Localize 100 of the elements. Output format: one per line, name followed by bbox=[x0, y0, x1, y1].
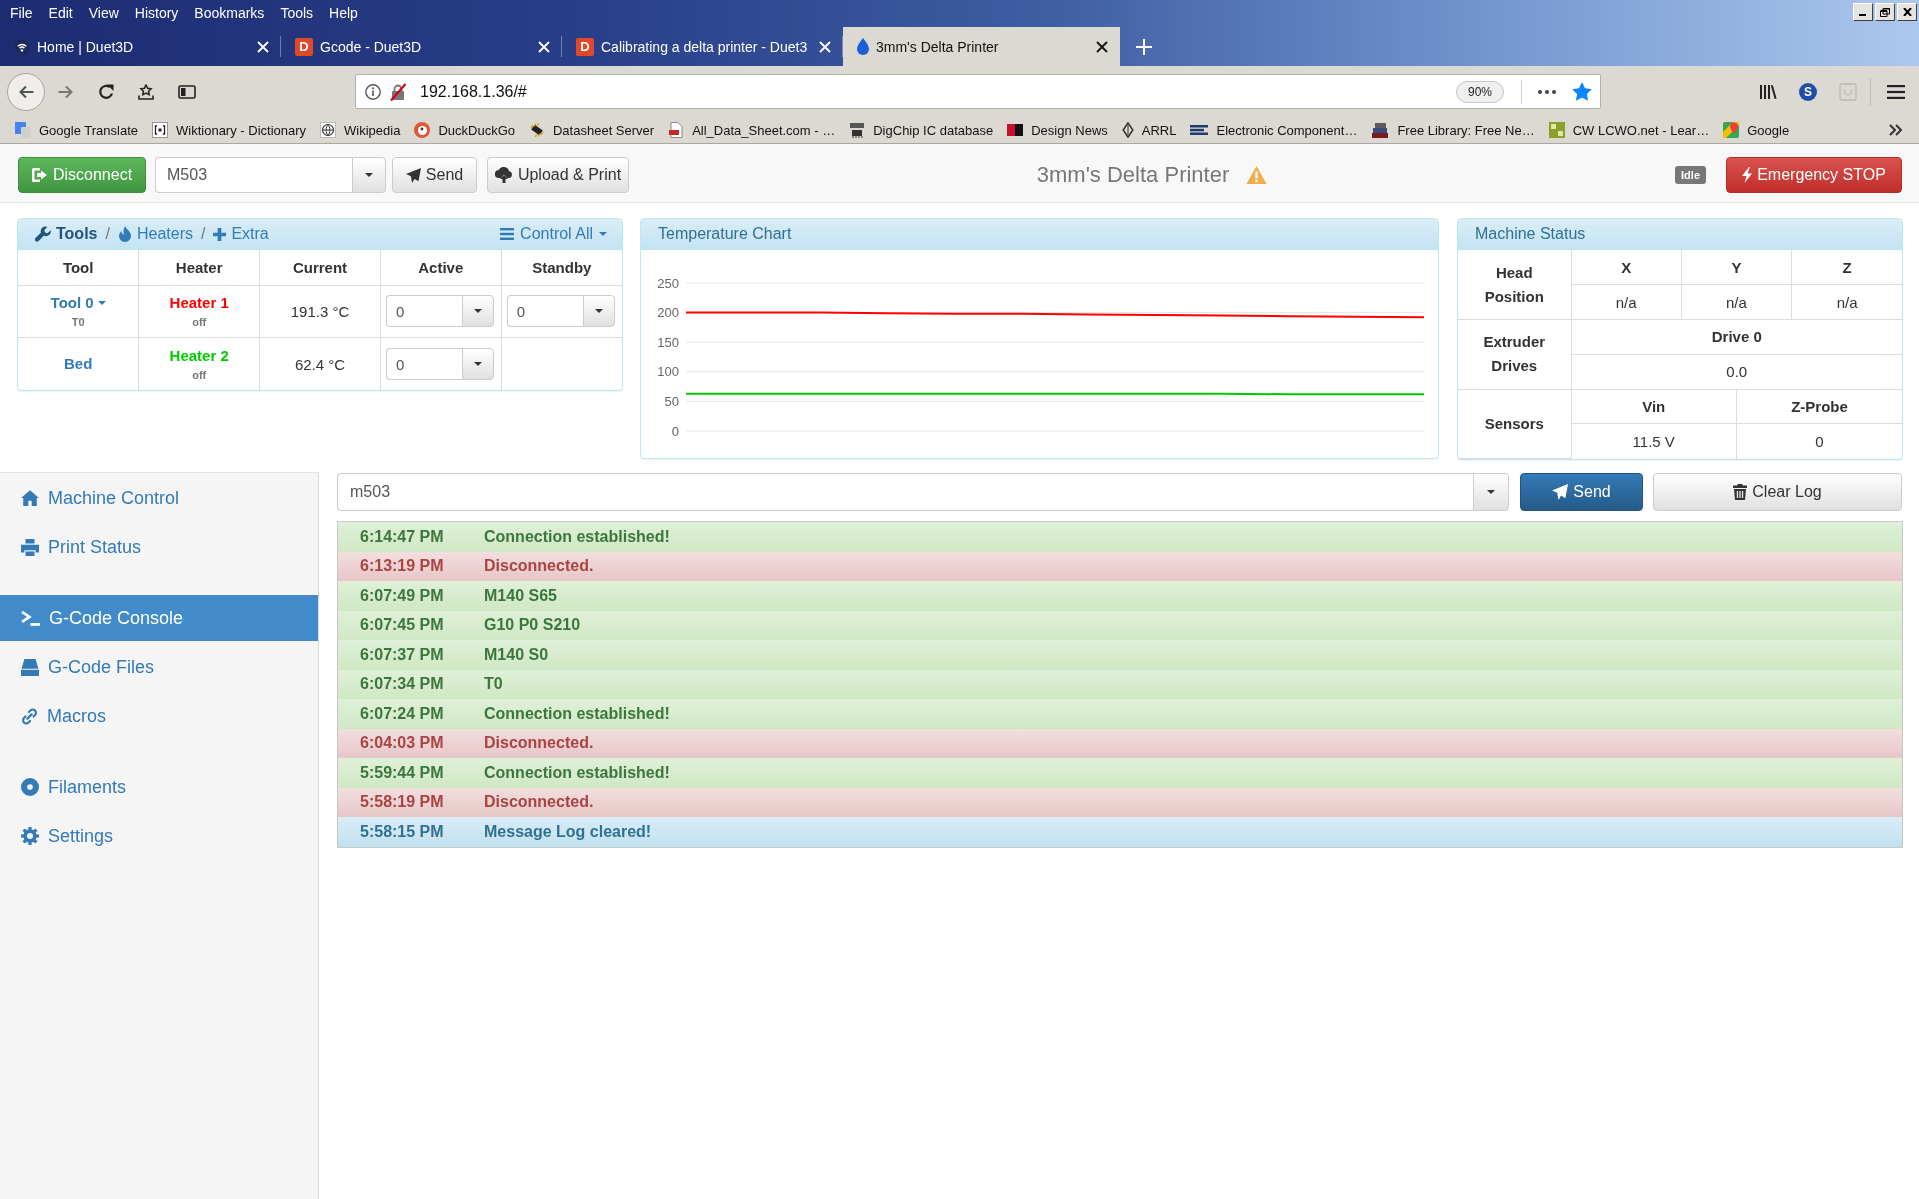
bookmark-item[interactable]: Datasheet Server bbox=[522, 122, 662, 138]
bolt-icon bbox=[1742, 167, 1753, 183]
browser-tab[interactable]: D Gcode - Duet3D bbox=[281, 27, 562, 66]
heater-name: Heater 1 bbox=[168, 293, 230, 314]
active-temp-field[interactable]: 0 bbox=[385, 348, 462, 380]
column-header: Active bbox=[380, 250, 502, 285]
active-temp-field[interactable]: 0 bbox=[385, 295, 462, 328]
log-message: Disconnected. bbox=[484, 793, 595, 812]
bookmark-item[interactable]: DuckDuckGo bbox=[407, 122, 522, 138]
bookmark-item[interactable]: Wikipedia bbox=[313, 122, 408, 138]
menu-item[interactable]: Bookmarks bbox=[186, 0, 273, 27]
log-message: T0 bbox=[484, 675, 504, 694]
back-arrow-icon bbox=[18, 84, 34, 99]
send-button[interactable]: Send bbox=[392, 157, 477, 193]
control-all-dropdown[interactable]: Control All bbox=[500, 225, 607, 243]
y-tick-label: 100 bbox=[657, 364, 679, 380]
document-icon bbox=[668, 122, 685, 138]
crossed-lock-icon[interactable] bbox=[389, 82, 407, 101]
bookmark-item[interactable]: DigChip IC database bbox=[842, 122, 1001, 138]
reload-icon[interactable] bbox=[98, 83, 114, 100]
minimize-button[interactable] bbox=[1853, 3, 1873, 21]
close-icon[interactable] bbox=[1096, 40, 1108, 53]
sidebar-icon[interactable] bbox=[178, 84, 196, 99]
library-icon[interactable] bbox=[1759, 83, 1777, 100]
bookmark-item[interactable]: Electronic Component… bbox=[1183, 122, 1365, 138]
caret-icon bbox=[365, 173, 373, 177]
back-button[interactable] bbox=[7, 72, 45, 111]
restore-button[interactable] bbox=[1875, 3, 1895, 21]
panel-tab[interactable]: Tools bbox=[35, 225, 98, 243]
tool-link[interactable]: Bed bbox=[63, 354, 93, 374]
clear-log-button[interactable]: Clear Log bbox=[1653, 473, 1902, 511]
upload-print-button[interactable]: Upload & Print bbox=[487, 157, 629, 193]
y-tick-label: 150 bbox=[657, 334, 679, 350]
menu-item[interactable]: File bbox=[2, 0, 41, 27]
panel-tab[interactable]: Heaters bbox=[117, 225, 193, 243]
nav-item[interactable]: Filaments bbox=[0, 764, 318, 810]
nav-item[interactable]: Print Status bbox=[0, 524, 318, 570]
log-time: 5:58:19 PM bbox=[359, 793, 445, 812]
bars-logo-icon bbox=[1190, 125, 1209, 135]
tool-dropdown[interactable]: Tool 0 bbox=[50, 293, 106, 314]
info-icon[interactable] bbox=[365, 83, 381, 100]
map-pin-icon bbox=[1723, 122, 1740, 138]
nav-item[interactable]: G-Code Files bbox=[0, 644, 318, 690]
menu-item[interactable]: Tools bbox=[272, 0, 322, 27]
globe-tile-icon bbox=[320, 122, 337, 138]
column-label: Vin bbox=[1571, 389, 1737, 424]
more-dots-icon[interactable] bbox=[1538, 89, 1556, 94]
breadcrumb-separator: / bbox=[200, 225, 206, 243]
bookmark-item[interactable]: All_Data_Sheet.com - … bbox=[661, 122, 843, 138]
menu-item[interactable]: History bbox=[126, 0, 187, 27]
log-message: M140 S65 bbox=[484, 586, 558, 605]
gcode-field[interactable]: M503 bbox=[155, 157, 352, 193]
forward-arrow-icon[interactable] bbox=[58, 84, 74, 99]
nav-item[interactable]: Macros bbox=[0, 693, 318, 739]
bookmark-item[interactable]: CW LCWO.net - Lear… bbox=[1541, 122, 1717, 138]
menu-item[interactable]: Edit bbox=[40, 0, 81, 27]
log-message: M140 S0 bbox=[484, 645, 550, 664]
browser-tab[interactable]: D Calibrating a delta printer - Duet3 bbox=[562, 27, 843, 66]
nav-item[interactable]: Settings bbox=[0, 813, 318, 859]
browser-tab[interactable]: 3mm's Delta Printer bbox=[843, 27, 1120, 66]
bookmark-item[interactable]: ARRL bbox=[1114, 122, 1184, 138]
chevrons-icon[interactable] bbox=[1889, 124, 1903, 136]
terminal-icon bbox=[21, 610, 40, 626]
star-tray-icon[interactable] bbox=[138, 83, 154, 100]
bookmark-item[interactable]: Design News bbox=[1000, 122, 1115, 138]
menu-icon[interactable] bbox=[1887, 84, 1905, 99]
extension-tile-icon[interactable] bbox=[1839, 82, 1857, 101]
send-button[interactable]: Send bbox=[1520, 473, 1643, 511]
bookmark-item[interactable]: Free Library: Free Ne… bbox=[1364, 122, 1542, 138]
nav-item[interactable]: G-Code Console bbox=[0, 595, 318, 641]
menu-item[interactable]: Help bbox=[321, 0, 366, 27]
extension-button[interactable]: S bbox=[1799, 82, 1817, 101]
chip-icon bbox=[849, 122, 866, 138]
log-time: 6:04:03 PM bbox=[359, 734, 445, 753]
emergency-stop-button[interactable]: Emergency STOP bbox=[1726, 157, 1902, 193]
close-window-button[interactable] bbox=[1897, 3, 1917, 21]
log-time: 6:14:47 PM bbox=[359, 527, 445, 546]
log-message: Connection established! bbox=[484, 704, 671, 723]
bookmark-item[interactable]: Wiktionary - Dictionary bbox=[145, 122, 314, 138]
column-header: Tool bbox=[18, 250, 139, 285]
panel-tab[interactable]: Extra bbox=[213, 225, 269, 243]
menu-item[interactable]: View bbox=[80, 0, 127, 27]
star-icon[interactable] bbox=[1572, 82, 1592, 101]
browser-tab[interactable]: Home | Duet3D bbox=[0, 27, 281, 66]
nav-item[interactable]: Machine Control bbox=[0, 475, 318, 521]
bookmark-item[interactable]: Google bbox=[1716, 122, 1797, 138]
bookmark-item[interactable]: Google Translate bbox=[8, 122, 145, 138]
log-message: Message Log cleared! bbox=[484, 822, 653, 841]
drive-icon bbox=[21, 658, 39, 676]
caret-icon bbox=[1487, 490, 1495, 494]
gcode-input[interactable]: m503 bbox=[337, 473, 1473, 511]
site-logo: D bbox=[295, 37, 313, 56]
log-message: Connection established! bbox=[484, 527, 671, 546]
y-tick-label: 200 bbox=[657, 305, 679, 321]
plus-icon[interactable] bbox=[1136, 38, 1152, 55]
caret-icon bbox=[599, 232, 607, 236]
zoom-reset-button[interactable]: 90% bbox=[1455, 80, 1504, 103]
log-time: 5:58:15 PM bbox=[359, 822, 445, 841]
address-bar[interactable]: 192.168.1.36/# 90% bbox=[355, 74, 1601, 109]
standby-temp-field[interactable]: 0 bbox=[506, 295, 583, 328]
